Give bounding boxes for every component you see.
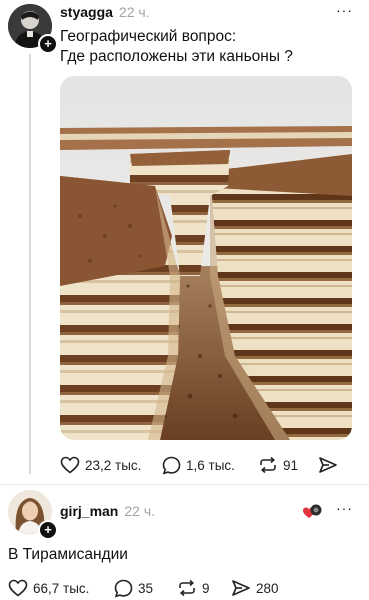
reply-share-button[interactable]: 280 bbox=[231, 579, 279, 597]
reply-repost-button[interactable]: 9 bbox=[177, 579, 210, 597]
reply-text: В Тирамисандии bbox=[8, 546, 128, 563]
follow-plus-icon[interactable]: + bbox=[38, 34, 58, 54]
post-text-line-2: Где расположены эти каньоны ? bbox=[60, 48, 293, 65]
reply-like-count: 66,7 тыс. bbox=[33, 580, 90, 596]
repost-button[interactable]: 91 bbox=[258, 456, 298, 474]
repost-icon bbox=[179, 579, 195, 597]
repost-icon bbox=[260, 456, 276, 474]
comment-bubble-icon bbox=[162, 456, 181, 475]
reply-like-button[interactable]: 66,7 тыс. bbox=[8, 579, 89, 597]
post-image[interactable] bbox=[60, 76, 352, 440]
reply-more-dots-icon[interactable]: ··· bbox=[336, 500, 353, 516]
reply-follow-plus-icon[interactable]: + bbox=[38, 520, 58, 540]
thread-line bbox=[29, 54, 31, 474]
reply-time: 22 ч. bbox=[124, 503, 156, 519]
comment-count: 1,6 тыс. bbox=[186, 458, 235, 473]
more-dots-icon[interactable]: ··· bbox=[336, 2, 353, 18]
heart-icon bbox=[8, 579, 28, 597]
send-icon bbox=[319, 457, 337, 473]
reply-comment-count: 35 bbox=[138, 581, 154, 596]
reaction-sticker-icon[interactable] bbox=[302, 503, 322, 521]
reply-username[interactable]: girj_man bbox=[60, 503, 118, 519]
reply-comment-button[interactable]: 35 bbox=[114, 579, 153, 598]
heart-icon bbox=[60, 456, 80, 474]
reply-share-count: 280 bbox=[256, 580, 279, 596]
like-count: 23,2 тыс. bbox=[85, 457, 142, 473]
post-text-line-1: Географический вопрос: bbox=[60, 28, 237, 45]
reply-repost-count: 9 bbox=[202, 580, 210, 596]
share-button[interactable] bbox=[318, 456, 338, 474]
post-username[interactable]: styagga bbox=[60, 4, 113, 20]
divider bbox=[0, 484, 369, 485]
comment-bubble-icon bbox=[114, 579, 133, 598]
like-button[interactable]: 23,2 тыс. bbox=[60, 456, 141, 474]
comment-button[interactable]: 1,6 тыс. bbox=[162, 456, 235, 475]
post-time: 22 ч. bbox=[118, 4, 150, 20]
send-icon bbox=[232, 580, 250, 596]
repost-count: 91 bbox=[283, 457, 299, 473]
